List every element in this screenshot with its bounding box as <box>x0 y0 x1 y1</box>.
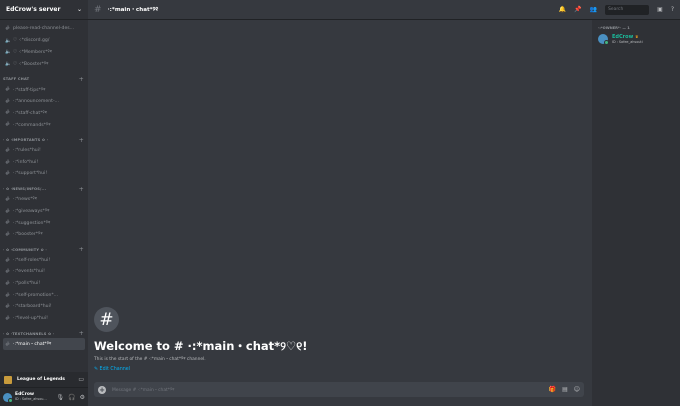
voice-channel-item[interactable]: 🔈 ♡ ·:*Booster*୨୧ <box>0 58 88 70</box>
search-input[interactable]: Search <box>605 4 650 15</box>
category-importants[interactable]: · ✿ ·IMPORTANTS ✿ · + <box>0 136 88 145</box>
activity-bar: League of Legends ▭ <box>0 372 88 388</box>
screen-share-icon[interactable]: ▭ <box>78 376 84 383</box>
channel-list: # please-read-channel-des... 🔈 ♡ ·:*discor… <box>0 20 88 372</box>
channel-item[interactable]: # ·:*suggestion*୨୧ <box>0 217 88 229</box>
hash-icon: # <box>5 303 11 311</box>
channel-hash-icon: # <box>94 307 119 332</box>
channel-item[interactable]: # please-read-channel-des... <box>0 23 88 35</box>
inbox-icon[interactable]: ▣ <box>657 6 663 13</box>
category-news[interactable]: · ✿ ·NEWS/INFOS/... + <box>0 185 88 194</box>
gear-icon[interactable]: ⚙ <box>80 394 85 401</box>
hash-icon: # <box>5 268 11 276</box>
hash-icon: # <box>5 109 11 117</box>
hash-icon: # <box>5 256 11 264</box>
channel-item[interactable]: # ·:*self-promotion*... <box>0 289 88 301</box>
microphone-icon[interactable]: 🎙 <box>57 394 65 401</box>
add-channel-icon[interactable]: + <box>79 186 84 193</box>
help-icon[interactable]: ? <box>671 6 674 13</box>
hash-icon: # <box>5 230 11 238</box>
chevron-down-icon[interactable]: ⌄ <box>77 6 82 13</box>
members-icon[interactable]: 👥 <box>590 6 597 13</box>
avatar <box>598 34 609 45</box>
user-panel: EdCrow ID : Safee_ahsou... 🎙 🎧 ⚙ <box>0 388 88 406</box>
channel-item[interactable]: # ·:*commands*୨୧ <box>0 119 88 131</box>
activity-name: League of Legends <box>17 377 65 382</box>
hash-icon: # <box>5 195 11 203</box>
main-area: # ·:*main・chat*୨୧ 🔔 📌 👥 Search ▣ ? # Wel… <box>88 0 680 406</box>
voice-channel-item[interactable]: 🔈 ♡ ·:*discord.gg/ <box>0 35 88 47</box>
channel-item[interactable]: # ·:*self-roles*hui! <box>0 254 88 266</box>
member-status: ID : Safee_ahsouti <box>612 40 643 44</box>
channel-item[interactable]: # ·:*starboard*hui! <box>0 301 88 313</box>
server-header[interactable]: EdCrow's server ⌄ <box>0 0 88 20</box>
edit-channel-link[interactable]: ✎ Edit Channel <box>94 367 584 372</box>
crown-icon: ♛ <box>634 34 639 39</box>
hash-icon: # <box>5 219 11 227</box>
hash-icon: # <box>5 280 11 288</box>
channel-item[interactable]: # ·:*giveaways*୨୧ <box>0 205 88 217</box>
channel-item[interactable]: # ·:*polls*hui! <box>0 278 88 290</box>
hash-icon: # <box>94 4 102 15</box>
gift-icon[interactable]: 🎁 <box>549 386 556 393</box>
game-logo-icon <box>4 375 12 384</box>
member-category: ·:*OWNER*· — 1 <box>598 26 630 30</box>
member-list: ·:*OWNER*· — 1 EdCrow ♛ ID : Safee_ahsou… <box>592 20 680 406</box>
user-status: ID : Safee_ahsou... <box>15 397 47 401</box>
gif-icon[interactable]: ▤ <box>562 386 568 393</box>
hash-icon: # <box>5 121 11 129</box>
bell-icon[interactable]: 🔔 <box>559 6 566 13</box>
speaker-icon: 🔈 <box>5 37 12 44</box>
channel-item[interactable]: # ·:*events*hui! <box>0 266 88 278</box>
avatar[interactable] <box>3 392 13 403</box>
pin-icon[interactable]: 📌 <box>574 6 581 13</box>
channel-item[interactable]: # ·:*info*hui! <box>0 156 88 168</box>
channel-item[interactable]: # ·:*staff-tips*୨୧ <box>0 84 88 96</box>
channel-item[interactable]: # ·:*support*hui! <box>0 168 88 180</box>
speaker-icon: 🔈 <box>5 49 12 56</box>
channel-item-active[interactable]: # ·:*main・chat*୨୧ <box>3 338 85 351</box>
welcome-title: Welcome to # ·:*main・chat*୨♡୧! <box>94 339 308 353</box>
hash-icon: # <box>5 25 11 33</box>
hash-icon: # <box>5 158 11 166</box>
emoji-icon[interactable]: ☺ <box>574 386 580 393</box>
add-channel-icon[interactable]: + <box>79 76 84 83</box>
upload-plus-icon[interactable]: + <box>98 385 106 394</box>
hash-icon: # <box>5 97 11 105</box>
headphones-icon[interactable]: 🎧 <box>68 394 75 401</box>
server-name: EdCrow's server <box>6 6 61 13</box>
welcome-subtitle: This is the start of the # ·:*main・chat*… <box>94 357 206 362</box>
channel-item[interactable]: # ·:*rules*hui! <box>0 145 88 157</box>
hash-icon: # <box>5 86 11 94</box>
message-composer[interactable]: + Message # ·:*main・chat*୨୧ 🎁 ▤ ☺ <box>94 382 584 397</box>
hash-icon: # <box>5 170 11 178</box>
add-channel-icon[interactable]: + <box>79 330 84 337</box>
channel-title: ·:*main・chat*୨୧ <box>107 7 159 13</box>
channel-sidebar: EdCrow's server ⌄ # please-read-channel-d… <box>0 0 88 406</box>
hash-icon: # <box>5 207 11 215</box>
add-channel-icon[interactable]: + <box>79 246 84 253</box>
category-community[interactable]: · ✿ ·COMMUNITY ✿ · + <box>0 245 88 254</box>
chat-area: # Welcome to # ·:*main・chat*୨♡୧! This is… <box>88 20 592 406</box>
voice-channel-item[interactable]: 🔈 ♡ ·:*Members*୨୧ <box>0 46 88 58</box>
hash-icon: # <box>5 146 11 154</box>
speaker-icon: 🔈 <box>5 60 12 67</box>
category-textchannels[interactable]: · ✿ ·TEXTCHANNELS ✿ · + <box>0 329 88 338</box>
channel-item[interactable]: # ·:*announcement-... <box>0 95 88 107</box>
message-input[interactable]: Message # ·:*main・chat*୨୧ <box>112 387 543 393</box>
add-channel-icon[interactable]: + <box>79 137 84 144</box>
hash-icon: # <box>5 340 11 348</box>
channel-item[interactable]: # ·:*news*୨୧ <box>0 194 88 206</box>
channel-item[interactable]: # ·:*booster*୨୧ <box>0 229 88 241</box>
channel-item[interactable]: # ·:*level-up*hui! <box>0 313 88 325</box>
hash-icon: # <box>5 315 11 323</box>
member-item[interactable]: EdCrow ♛ ID : Safee_ahsouti <box>598 34 676 45</box>
channel-item[interactable]: # ·:*staff-chat*୨୧ <box>0 107 88 119</box>
hash-icon: # <box>5 291 11 299</box>
welcome-block: # Welcome to # ·:*main・chat*୨♡୧! This is… <box>94 307 584 382</box>
category-staff-chat[interactable]: STAFF CHAT + <box>0 75 88 84</box>
channel-header: # ·:*main・chat*୨୧ 🔔 📌 👥 Search ▣ ? <box>88 0 680 20</box>
